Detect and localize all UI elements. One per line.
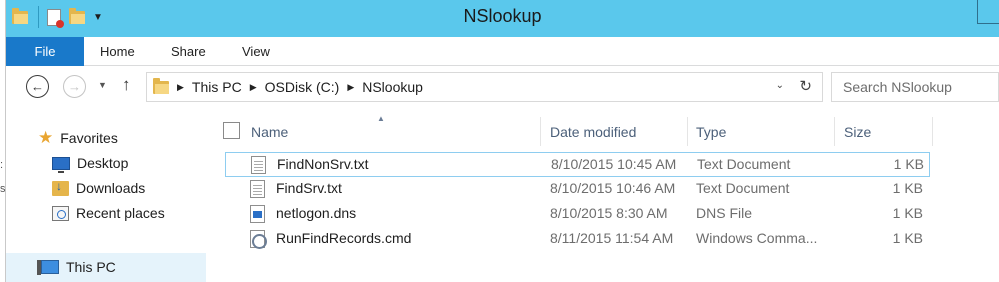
file-row[interactable]: FindSrv.txt 8/10/2015 10:46 AM Text Docu… — [225, 177, 930, 202]
text-file-icon — [251, 156, 266, 174]
window-control-button[interactable] — [977, 0, 999, 24]
tab-view[interactable]: View — [242, 44, 270, 59]
chevron-right-icon[interactable]: ▶ — [250, 82, 257, 93]
file-row[interactable]: RunFindRecords.cmd 8/11/2015 11:54 AM Wi… — [225, 227, 930, 252]
dns-file-icon — [250, 205, 265, 223]
downloads-icon — [52, 179, 69, 196]
cmd-file-icon — [250, 230, 267, 249]
refresh-icon[interactable]: ↻ — [799, 77, 812, 95]
file-date-modified: 8/11/2015 11:54 AM — [550, 230, 674, 246]
nav-recent-places[interactable]: Recent places — [52, 205, 165, 221]
select-all-checkbox[interactable] — [223, 122, 240, 139]
nav-this-pc-label: This PC — [66, 259, 116, 275]
title-bar: ▼ NSlookup — [6, 0, 999, 37]
file-size: 1 KB — [892, 180, 923, 196]
file-row[interactable]: netlogon.dns 8/10/2015 8:30 AM DNS File … — [225, 202, 930, 227]
tab-file[interactable]: File — [6, 37, 84, 66]
outside-glyph: : — [0, 159, 4, 171]
file-name: FindSrv.txt — [276, 180, 342, 196]
file-type: DNS File — [696, 205, 753, 221]
up-button[interactable]: ↑ — [122, 75, 131, 95]
file-size: 1 KB — [892, 230, 923, 246]
navigation-bar: ← → ▼ ↑ ▶ This PC ▶ OSDisk (C:) ▶ NSlook… — [6, 66, 999, 110]
file-date-modified: 8/10/2015 8:30 AM — [550, 205, 668, 221]
breadcrumb-osdisk[interactable]: OSDisk (C:) — [265, 79, 340, 95]
chevron-right-icon[interactable]: ▶ — [177, 82, 184, 93]
sort-ascending-icon: ▲ — [377, 114, 385, 123]
search-box[interactable] — [831, 72, 999, 102]
breadcrumb-this-pc[interactable]: This PC — [192, 79, 242, 95]
forward-button[interactable]: → — [63, 75, 86, 98]
desktop-icon — [52, 156, 70, 173]
ribbon-tabs: File Home Share View — [6, 37, 999, 66]
nav-recent-places-label: Recent places — [76, 205, 165, 221]
forward-arrow-icon: → — [68, 79, 81, 94]
file-date-modified: 8/10/2015 10:45 AM — [551, 156, 677, 172]
outside-glyph: s — [0, 183, 6, 195]
file-type: Text Document — [696, 180, 790, 196]
window-title: NSlookup — [463, 6, 542, 26]
nav-favorites[interactable]: ★ Favorites — [38, 129, 118, 146]
file-size: 1 KB — [892, 205, 923, 221]
recent-places-icon — [52, 205, 69, 221]
folder-icon — [153, 77, 169, 94]
nav-desktop[interactable]: Desktop — [52, 155, 129, 173]
column-header-size[interactable]: Size — [844, 117, 871, 146]
nav-downloads-label: Downloads — [76, 180, 146, 196]
nav-desktop-label: Desktop — [77, 155, 129, 171]
file-type: Text Document — [697, 156, 791, 172]
tab-share[interactable]: Share — [171, 44, 206, 59]
column-divider[interactable] — [932, 117, 933, 146]
column-divider[interactable] — [540, 117, 541, 146]
breadcrumb-nslookup[interactable]: NSlookup — [362, 79, 423, 95]
file-list: ▲ Name Date modified Type Size FindNonSr… — [213, 110, 999, 282]
column-header-type[interactable]: Type — [696, 117, 726, 146]
column-header-date-modified[interactable]: Date modified — [550, 117, 636, 146]
tab-home[interactable]: Home — [100, 44, 135, 59]
file-row[interactable]: FindNonSrv.txt 8/10/2015 10:45 AM Text D… — [225, 152, 930, 177]
address-bar[interactable]: ▶ This PC ▶ OSDisk (C:) ▶ NSlookup ⌄ ↻ — [146, 72, 823, 102]
file-name: netlogon.dns — [276, 205, 357, 221]
column-divider[interactable] — [834, 117, 835, 146]
address-dropdown-icon[interactable]: ⌄ — [776, 80, 784, 91]
nav-this-pc-item[interactable]: This PC — [37, 259, 116, 275]
nav-downloads[interactable]: Downloads — [52, 179, 146, 196]
column-divider[interactable] — [687, 117, 688, 146]
nav-favorites-label: Favorites — [60, 129, 118, 146]
file-name: RunFindRecords.cmd — [276, 230, 412, 246]
computer-icon — [37, 260, 59, 275]
text-file-icon — [250, 180, 265, 198]
search-input[interactable] — [832, 73, 998, 101]
file-type: Windows Comma... — [696, 230, 818, 246]
file-date-modified: 8/10/2015 10:46 AM — [550, 180, 676, 196]
star-icon: ★ — [38, 128, 54, 147]
file-name: FindNonSrv.txt — [277, 156, 369, 172]
column-header-name[interactable]: Name — [251, 117, 288, 146]
recent-locations-button[interactable]: ▼ — [98, 80, 107, 90]
back-arrow-icon: ← — [31, 79, 44, 94]
back-button[interactable]: ← — [26, 75, 49, 98]
chevron-right-icon[interactable]: ▶ — [347, 82, 354, 93]
nav-this-pc[interactable]: This PC — [6, 253, 206, 282]
file-size: 1 KB — [893, 156, 924, 172]
